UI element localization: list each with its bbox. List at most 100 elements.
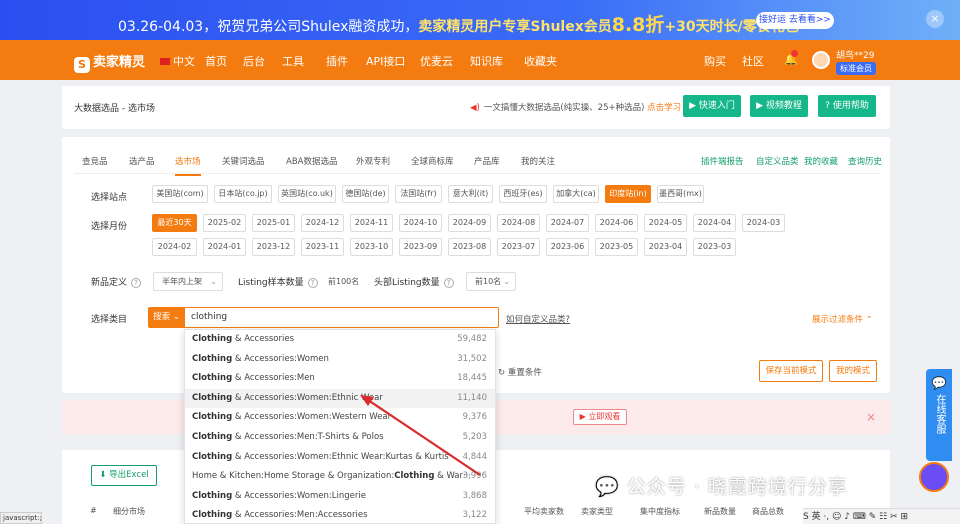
site-chip-2[interactable]: 英国站(co.uk) [278,185,336,203]
month-chip-3[interactable]: 2024-12 [301,214,344,232]
tab-design-patent[interactable]: 外观专利 [356,155,390,167]
nav-item-favorites[interactable]: 收藏夹 [524,53,557,69]
nav-item-api[interactable]: API接口 [366,53,405,69]
nav-item-home[interactable]: 首页 [205,53,227,69]
notice-link[interactable]: 点击学习 [647,103,681,113]
new-product-label: 新品定义? [91,275,142,288]
suggestion-item[interactable]: Clothing & Accessories:Men:T-Shirts & Po… [185,428,495,448]
promo-banner[interactable]: 03.26-04.03，祝贺兄弟公司Shulex融资成功，卖家精灵用户专享Shu… [0,0,960,40]
quick-start-button[interactable]: ▶ 快速入门 [683,95,741,117]
month-chip-9[interactable]: 2024-06 [595,214,638,232]
nav-item-plugin[interactable]: 插件 [326,53,348,69]
tab-trademark[interactable]: 全球商标库 [411,155,454,167]
help-icon[interactable]: ? [307,278,318,288]
month-chip-6[interactable]: 2024-09 [448,214,491,232]
month-chip-8[interactable]: 2024-07 [546,214,589,232]
user-name[interactable]: 胡鸟**29 [836,48,874,61]
site-chip-5[interactable]: 意大利(it) [448,185,493,203]
online-service-button[interactable]: 💬 在线客服 [926,369,952,461]
month-chip-row2-4[interactable]: 2023-10 [350,238,393,256]
month-chip-2[interactable]: 2025-01 [252,214,295,232]
suggestion-item[interactable]: Clothing & Accessories:Women:Ethnic Wear… [185,388,495,409]
suggestion-item[interactable]: Clothing & Accessories:Women:Lingerie 3,8… [185,487,495,507]
month-chip-5[interactable]: 2024-10 [399,214,442,232]
promo-go-button[interactable]: 接好运 去看看>> [756,12,834,29]
site-chip-0[interactable]: 美国站(com) [152,185,208,203]
nav-item-community[interactable]: 社区 [742,53,764,69]
month-chip-row2-6[interactable]: 2023-08 [448,238,491,256]
tab-products[interactable]: 选产品 [129,155,155,167]
video-tutorial-button[interactable]: ▶ 视频教程 [750,95,808,117]
month-chip-row2-7[interactable]: 2023-07 [497,238,540,256]
suggestion-item[interactable]: Clothing & Accessories 59,482 [185,330,495,350]
tab-keyword[interactable]: 关键词选品 [222,155,265,167]
head-listing-select[interactable]: 前10名 ⌄ [466,272,516,291]
site-chip-4[interactable]: 法国站(fr) [395,185,442,203]
month-chip-row2-0[interactable]: 2024-02 [152,238,197,256]
month-chip-11[interactable]: 2024-04 [693,214,736,232]
month-chip-12[interactable]: 2024-03 [742,214,785,232]
tab-product-library[interactable]: 产品库 [474,155,500,167]
suggestion-item[interactable]: Clothing & Accessories:Men 18,445 [185,369,495,389]
month-chip-row2-2[interactable]: 2023-12 [252,238,295,256]
category-search-input[interactable]: clothing [184,307,499,328]
suggestion-item[interactable]: Clothing & Accessories:Women 31,502 [185,350,495,370]
nav-item-buy[interactable]: 购买 [704,53,726,69]
month-chip-10[interactable]: 2024-05 [644,214,687,232]
month-chip-row2-1[interactable]: 2024-01 [203,238,246,256]
category-suggestions: Clothing & Accessories 59,482 Clothing & A… [184,329,496,524]
tab-aba[interactable]: ABA数据选品 [286,155,337,167]
language-switch[interactable]: 中文 [160,53,195,69]
month-chip-row2-9[interactable]: 2023-05 [595,238,638,256]
my-mode-button[interactable]: 我的模式 [829,360,877,382]
suggestion-item[interactable]: Home & Kitchen:Home Storage & Organizati… [185,467,495,487]
suggestion-item[interactable]: Clothing & Accessories:Women:Ethnic Wear… [185,448,495,468]
close-icon[interactable]: × [866,410,876,424]
help-icon[interactable]: ? [443,278,454,288]
watch-now-button[interactable]: ▶ 立即观看 [573,409,627,425]
custom-category-link[interactable]: 如何自定义品类? [506,313,570,325]
listing-sample-value[interactable]: 前100名 [328,276,359,287]
site-logo[interactable]: S 卖家精灵 [74,51,145,73]
site-chip-1[interactable]: 日本站(co.jp) [214,185,272,203]
avatar[interactable] [812,51,830,69]
nav-item-tools[interactable]: 工具 [282,53,304,69]
new-product-select[interactable]: 半年内上架 ⌄ [153,272,223,291]
site-chip-6[interactable]: 西班牙(es) [499,185,547,203]
robot-assistant-icon[interactable] [919,462,949,492]
nav-item-knowledge[interactable]: 知识库 [470,53,503,69]
save-mode-button[interactable]: 保存当前模式 [759,360,823,382]
site-chip-9[interactable]: 墨西哥(mx) [657,185,704,203]
month-chip-row2-10[interactable]: 2023-04 [644,238,687,256]
month-chip-4[interactable]: 2024-11 [350,214,393,232]
tab-history[interactable]: 查询历史 [848,155,882,167]
month-chip-row2-8[interactable]: 2023-06 [546,238,589,256]
category-mode-select[interactable]: 搜索 ⌄ [148,307,185,328]
month-chip-7[interactable]: 2024-08 [497,214,540,232]
nav-item-youmaiyun[interactable]: 优麦云 [420,53,453,69]
tab-my-favorites[interactable]: 我的收藏 [804,155,838,167]
nav-item-backend[interactable]: 后台 [243,53,265,69]
tab-my-follow[interactable]: 我的关注 [521,155,555,167]
month-chip-row2-5[interactable]: 2023-09 [399,238,442,256]
close-icon[interactable]: × [926,10,944,28]
month-chip-row2-11[interactable]: 2023-03 [693,238,736,256]
ime-toolbar[interactable]: S 英 ·, ☺ ♪ ⌨ ✎ ☷ ✂ ⊞ [803,508,960,524]
month-chip-1[interactable]: 2025-02 [203,214,246,232]
suggestion-item[interactable]: Clothing & Accessories:Men:Accessories 3,… [185,506,495,523]
month-chip-0[interactable]: 最近30天 [152,214,197,232]
tab-plugin-report[interactable]: 插件端报告 [701,155,744,167]
month-chip-row2-3[interactable]: 2023-11 [301,238,344,256]
notice[interactable]: ◀) 一文搞懂大数据选品(纯实操、25+种选品) 点击学习 [470,101,681,113]
help-icon[interactable]: ? [131,278,142,288]
export-excel-button[interactable]: ⬇ 导出Excel [91,465,157,486]
reset-button[interactable]: ↻ 重置条件 [498,366,542,378]
site-chip-7[interactable]: 加拿大(ca) [553,185,599,203]
show-filters-toggle[interactable]: 展示过滤条件 ⌃ [812,313,873,325]
site-chip-3[interactable]: 德国站(de) [342,185,389,203]
tab-competitors[interactable]: 查竞品 [82,155,108,167]
tab-custom-category[interactable]: 自定义品类 [756,155,799,167]
site-chip-8[interactable]: 印度站(in) [605,185,651,203]
help-button[interactable]: ? 使用帮助 [818,95,876,117]
suggestion-item[interactable]: Clothing & Accessories:Women:Western Wea… [185,408,495,428]
